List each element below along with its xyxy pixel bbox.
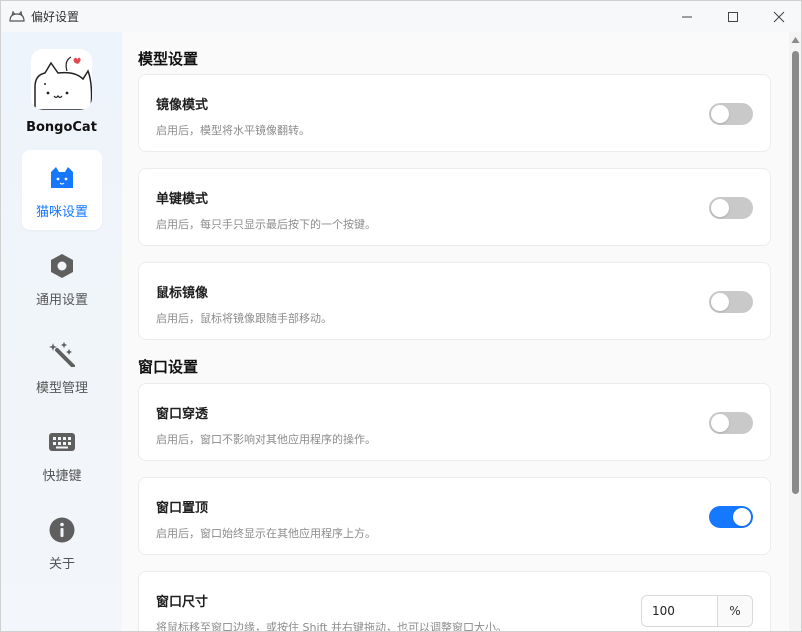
sidebar-item-label: 关于 [48, 557, 75, 572]
setting-title: 窗口穿透 [156, 407, 209, 422]
preferences-window: 偏好设置 BongoCat 猫咪设置 通用设置 模型管理 快捷键 关于 模型设置… [0, 0, 802, 632]
sidebar-item-shortcuts[interactable]: 快捷键 [22, 414, 102, 494]
setting-title: 窗口尺寸 [156, 595, 209, 610]
setting-card-window-passthrough: 窗口穿透 启用后，窗口不影响对其他应用程序的操作。 [138, 383, 771, 461]
toggle-knob [711, 293, 729, 311]
setting-title: 鼠标镜像 [156, 286, 209, 301]
setting-card-always-on-top: 窗口置顶 启用后，窗口始终显示在其他应用程序上方。 [138, 477, 771, 555]
sidebar: BongoCat 猫咪设置 通用设置 模型管理 快捷键 关于 [1, 32, 122, 631]
brand-name: BongoCat [26, 120, 97, 135]
maximize-button[interactable] [710, 1, 756, 32]
sidebar-item-label: 猫咪设置 [35, 205, 88, 220]
settings-content: 模型设置 镜像模式 启用后，模型将水平镜像翻转。 单键模式 启用后，每只手只显示… [122, 32, 789, 632]
sidebar-item-label: 模型管理 [35, 381, 88, 396]
window-title: 偏好设置 [31, 10, 80, 24]
setting-description: 启用后，窗口不影响对其他应用程序的操作。 [156, 433, 376, 446]
always-on-top-toggle[interactable] [709, 506, 753, 528]
setting-title: 窗口置顶 [156, 501, 209, 516]
setting-description: 启用后，窗口始终显示在其他应用程序上方。 [156, 527, 376, 540]
window-size-value[interactable]: 100 [642, 596, 718, 626]
setting-card-mouse-mirror: 鼠标镜像 启用后，鼠标将镜像跟随手部移动。 [138, 262, 771, 340]
toggle-knob [711, 105, 729, 123]
setting-description: 启用后，每只手只显示最后按下的一个按键。 [156, 218, 376, 231]
magic-wand-icon [48, 340, 76, 368]
keyboard-icon [48, 428, 76, 456]
minimize-icon [682, 16, 692, 17]
window-size-unit: % [718, 596, 752, 626]
scrollbar-thumb[interactable] [792, 51, 799, 494]
mirror-mode-toggle[interactable] [709, 103, 753, 125]
close-icon [773, 11, 785, 22]
toggle-knob [711, 199, 729, 217]
setting-title: 单键模式 [156, 192, 209, 207]
sidebar-item-general-settings[interactable]: 通用设置 [22, 238, 102, 318]
toggle-knob [711, 414, 729, 432]
setting-card-window-size: 窗口尺寸 将鼠标移至窗口边缘，或按住 Shift 并右键拖动，也可以调整窗口大小… [138, 571, 771, 632]
minimize-button[interactable] [664, 1, 710, 32]
window-passthrough-toggle[interactable] [709, 412, 753, 434]
setting-title: 镜像模式 [156, 98, 209, 113]
setting-description: 启用后，模型将水平镜像翻转。 [156, 124, 310, 137]
setting-description: 将鼠标移至窗口边缘，或按住 Shift 并右键拖动，也可以调整窗口大小。 [156, 621, 507, 632]
sidebar-item-label: 快捷键 [42, 469, 82, 484]
setting-card-single-key-mode: 单键模式 启用后，每只手只显示最后按下的一个按键。 [138, 168, 771, 246]
setting-card-mirror-mode: 镜像模式 启用后，模型将水平镜像翻转。 [138, 74, 771, 152]
mouse-mirror-toggle[interactable] [709, 291, 753, 313]
sidebar-item-label: 通用设置 [35, 293, 88, 308]
sidebar-item-cat-settings[interactable]: 猫咪设置 [22, 150, 102, 230]
info-icon [48, 516, 76, 544]
sidebar-item-about[interactable]: 关于 [22, 502, 102, 582]
single-key-mode-toggle[interactable] [709, 197, 753, 219]
cat-icon [48, 164, 76, 192]
sidebar-item-model-management[interactable]: 模型管理 [22, 326, 102, 406]
close-button[interactable] [756, 1, 801, 32]
scroll-up-arrow-icon[interactable] [791, 36, 800, 44]
section-title-model: 模型设置 [138, 50, 199, 68]
app-cat-icon [9, 10, 25, 22]
vertical-scrollbar[interactable] [789, 32, 801, 631]
toggle-knob [733, 508, 751, 526]
window-size-input[interactable]: 100 % [641, 595, 753, 627]
hexagon-settings-icon [48, 252, 76, 280]
section-title-window: 窗口设置 [138, 358, 199, 376]
setting-description: 启用后，鼠标将镜像跟随手部移动。 [156, 312, 332, 325]
title-bar: 偏好设置 [1, 1, 801, 32]
app-logo [31, 49, 92, 110]
maximize-icon [728, 11, 738, 22]
